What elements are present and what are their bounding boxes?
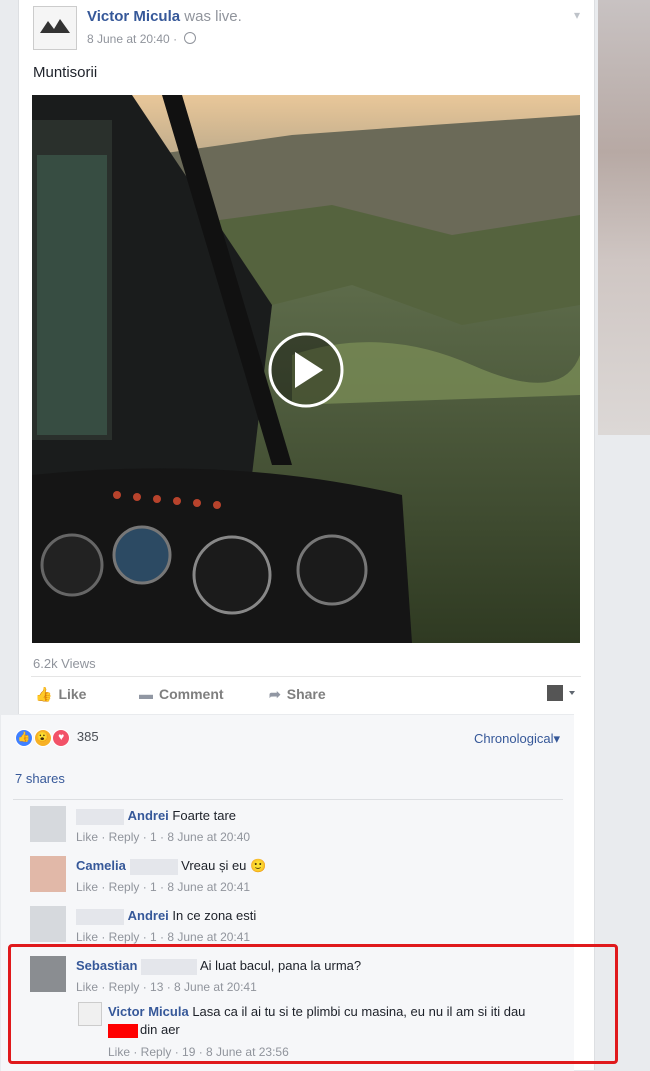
video-player[interactable]: [32, 95, 580, 643]
comment-text: Vreau și eu 🙂: [181, 858, 267, 873]
post-caption: Muntisorii: [33, 64, 98, 81]
author-avatar[interactable]: [33, 6, 77, 50]
post-timestamp[interactable]: 8 June at 20:40 ·: [87, 32, 177, 46]
like-reaction-icon: 👍: [15, 729, 33, 747]
action-bar: 👍 Like ▬ Comment ➦ Share: [31, 676, 581, 713]
comment-footer[interactable]: Like · Reply · 1 · 8 June at 20:41: [76, 930, 250, 944]
post-meta: 8 June at 20:40 ·: [87, 32, 197, 46]
comment-text: In ce zona esti: [172, 908, 257, 923]
hidden-name: [76, 908, 124, 925]
page-avatar-icon: [547, 685, 575, 701]
video-thumbnail: [32, 95, 580, 643]
comment-author[interactable]: Camelia: [76, 858, 126, 873]
share-arrow-icon: ➦: [269, 686, 281, 702]
comment-text: Foarte tare: [172, 808, 237, 823]
shares-link[interactable]: 7 shares: [15, 771, 65, 786]
comment-body: Andrei In ce zona esti: [76, 908, 256, 925]
hidden-name: [129, 858, 178, 875]
comment-icon: ▬: [139, 686, 153, 702]
love-reaction-icon: ♥: [52, 729, 71, 747]
globe-icon: [184, 32, 197, 44]
comment-author[interactable]: Andrei: [128, 908, 169, 923]
comment-body: Camelia Vreau și eu 🙂: [76, 858, 266, 875]
view-count: 6.2k Views: [33, 656, 96, 671]
logo-icon: [40, 19, 70, 33]
like-button[interactable]: 👍 Like: [35, 686, 86, 703]
comment-author[interactable]: Andrei: [128, 808, 169, 823]
avatar[interactable]: [30, 856, 66, 892]
author-name[interactable]: Victor Micula: [87, 8, 180, 25]
comment-footer[interactable]: Like · Reply · 1 · 8 June at 20:40: [76, 830, 250, 844]
divider: [13, 799, 563, 800]
thumbs-up-icon: 👍: [35, 686, 53, 702]
chevron-down-icon[interactable]: ▾: [574, 8, 580, 22]
hidden-name: [76, 808, 124, 825]
avatar[interactable]: [30, 906, 66, 942]
wow-reaction-icon: 😮: [33, 729, 52, 747]
comment-body: Andrei Foarte tare: [76, 808, 236, 825]
chevron-down-icon: ▾: [553, 731, 560, 746]
comment-footer[interactable]: Like · Reply · 1 · 8 June at 20:41: [76, 880, 250, 894]
reactions-summary[interactable]: 👍 😮 ♥ 385: [15, 729, 99, 747]
author-line: Victor Micula was live.: [87, 8, 242, 25]
adjacent-panel: [598, 0, 650, 435]
comment-sort-dropdown[interactable]: Chronological▾: [474, 731, 560, 747]
share-as-selector[interactable]: [547, 685, 577, 701]
share-button[interactable]: ➦ Share: [269, 686, 326, 703]
reaction-count: 385: [76, 729, 99, 745]
avatar[interactable]: [30, 806, 66, 842]
live-status: was live.: [184, 8, 242, 25]
highlight-box: [8, 944, 618, 1064]
comment-button[interactable]: ▬ Comment: [139, 686, 224, 702]
